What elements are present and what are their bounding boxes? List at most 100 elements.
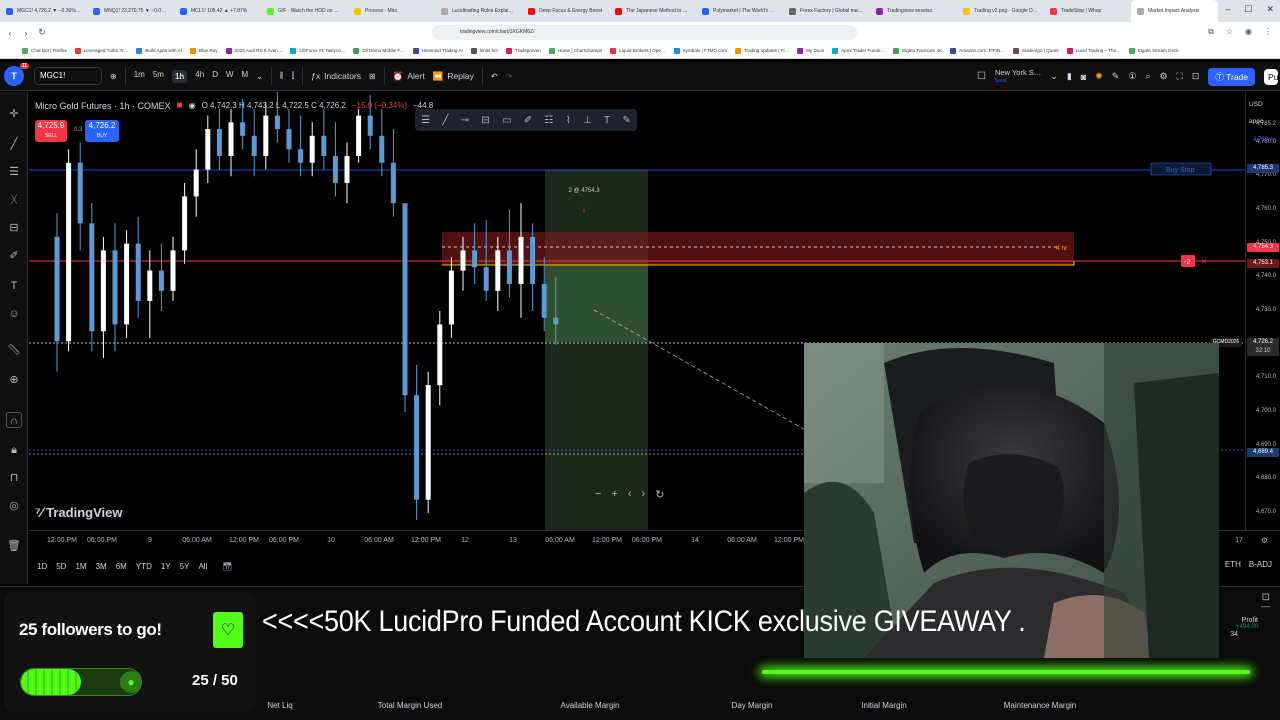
fib-icon[interactable]: ☷ [545, 115, 554, 126]
lock-drawings-icon[interactable]: 🔒︎ [6, 442, 22, 458]
fullscreen-icon[interactable]: ⛶ [1177, 71, 1183, 82]
interval-5m[interactable]: 5m [153, 70, 164, 83]
lock-icon[interactable]: ⊓ [6, 470, 22, 486]
extensions-icon[interactable]: ⧉ [1208, 27, 1214, 37]
browser-tab[interactable]: G/F · Watch the HOD on Kick [261, 0, 348, 22]
pattern-icon[interactable]: ᚷ [6, 192, 22, 208]
undo-icon[interactable]: ↶ [491, 72, 498, 81]
bookmark-item[interactable]: Lucid Trading – The… [1066, 47, 1121, 54]
browser-tab[interactable]: The Japanese Method to Effort [609, 0, 696, 22]
trend-line-icon[interactable]: ╱ [442, 115, 448, 126]
price-axis[interactable]: USD apoc 4,785.2 4,780.0 4,770.0 4,760.0 4,7… [1210, 92, 1280, 530]
pen-icon[interactable]: ✎ [622, 115, 630, 126]
bookmark-item[interactable]: Build Apps with AI [136, 47, 182, 54]
browser-tab[interactable]: MNQ1! 23,270.75 ▼ −0.08% [87, 0, 174, 22]
bookmark-item[interactable]: Blue Ray [189, 47, 218, 54]
brush-icon[interactable]: ✐ [6, 248, 22, 264]
camera-icon[interactable]: ◙ [1081, 72, 1086, 82]
range-5D[interactable]: 5D [56, 562, 66, 571]
layout-checkbox-icon[interactable]: ☐ [977, 71, 986, 82]
fib-icon[interactable]: ☰ [6, 164, 22, 180]
interval-1m[interactable]: 1m [134, 70, 145, 83]
bookmark-star-icon[interactable]: ☆ [1226, 27, 1233, 37]
text-icon[interactable]: T [604, 115, 610, 126]
zoom-out-icon[interactable]: − [595, 488, 601, 501]
menu-dots-icon[interactable]: ⋮ [1264, 27, 1272, 37]
bookmark-item[interactable]: Leveraged Turbo Tr… [74, 47, 128, 54]
pencil-icon[interactable]: ✎ [1112, 71, 1120, 82]
goto-date-icon[interactable]: 📅︎ [222, 562, 232, 571]
bookmark-item[interactable]: My Duos [797, 47, 824, 54]
bookmark-item[interactable]: Amazon.com: FIFIN… [950, 47, 1005, 54]
browser-tab[interactable]: Tradingview session [870, 0, 957, 22]
tv-logo-icon[interactable]: T 11 [4, 63, 29, 86]
eye-icon[interactable]: ◉ [189, 101, 196, 110]
interval-M[interactable]: M [242, 70, 249, 83]
templates-grid-icon[interactable]: ⊞ [369, 72, 376, 81]
bookmark-item[interactable]: Symbols | FTMO.com [673, 47, 727, 54]
search-icon[interactable]: ⌕ [1145, 71, 1150, 82]
panel-minimize-icon[interactable]: — [1261, 601, 1270, 611]
sun-icon[interactable]: ✺ [1095, 71, 1103, 82]
browser-tab[interactable]: Process · Miro [348, 0, 435, 22]
replay-button[interactable]: ⏪ Replay [433, 71, 474, 82]
axis-settings-icon[interactable]: ⚙ [1261, 536, 1268, 545]
forward-icon[interactable]: › [20, 28, 32, 38]
range-option-b-adj[interactable]: B-ADJ [1249, 560, 1272, 569]
scroll-left-icon[interactable]: ‹ [628, 488, 632, 501]
range-option-eth[interactable]: ETH [1225, 560, 1241, 569]
zoom-icon[interactable]: ⊕ [6, 372, 22, 388]
bookmark-item[interactable]: Home | ChartChamps [548, 47, 602, 54]
bar-style-icon[interactable]: ⫼ [280, 71, 284, 81]
alert-button[interactable]: ⏰ Alert [393, 71, 425, 82]
rectangle-icon[interactable]: ▭ [502, 115, 511, 126]
redo-icon[interactable]: ↷ [506, 72, 513, 81]
bookmark-item[interactable]: Chat Bot | Firefox [22, 47, 67, 54]
interval-W[interactable]: W [226, 70, 234, 83]
path-icon[interactable]: ⌇ [566, 115, 571, 126]
browser-tab[interactable]: Market Impact Analysis [1131, 0, 1218, 22]
list-icon[interactable]: ☰ [421, 115, 430, 126]
session-selector[interactable]: New York S… Save [995, 68, 1041, 85]
symbol-search[interactable]: MGC1! [34, 67, 102, 85]
browser-tab[interactable]: Lucidtrading Rules Explained [435, 0, 522, 22]
magnet-icon[interactable]: ∩ [6, 412, 22, 428]
range-5Y[interactable]: 5Y [180, 562, 190, 571]
bookmark-item[interactable]: 2026 Audi RS 6 Avan… [225, 47, 282, 54]
forecast-icon[interactable]: ⊟ [6, 220, 22, 236]
browser-tab[interactable]: MGC1! 4,726.2 ▼ −0.36% … [0, 0, 87, 22]
browser-tab[interactable]: Trading v2.png · Google Drive [957, 0, 1044, 22]
settings-badge-icon[interactable]: ① [1128, 71, 1136, 82]
sell-button[interactable]: 4,725.9 SELL [35, 120, 67, 142]
range-YTD[interactable]: YTD [136, 562, 152, 571]
brush-icon[interactable]: ✐ [524, 115, 532, 126]
range-1Y[interactable]: 1Y [161, 562, 171, 571]
chevron-down-icon[interactable]: ⌄ [1050, 71, 1058, 82]
bookmark-item[interactable]: limits hm [470, 47, 498, 54]
maximize-icon[interactable]: ☐ [1244, 4, 1252, 15]
compare-plus-icon[interactable]: ⊕ [110, 72, 117, 81]
interval-1h[interactable]: 1h [171, 69, 188, 83]
bookmark-item[interactable]: USForex #1 Tastyco… [290, 47, 345, 54]
interval-4h[interactable]: 4h [195, 70, 204, 83]
reload-icon[interactable]: ↻ [36, 27, 48, 38]
bookmark-item[interactable]: Trading updates | Fl… [734, 47, 789, 54]
text-icon[interactable]: T [6, 278, 22, 294]
interval-D[interactable]: D [212, 70, 218, 83]
bookmark-item[interactable]: Tradeproven [505, 47, 541, 54]
trade-button[interactable]: Ⓣ Trade [1208, 67, 1255, 86]
browser-tab[interactable]: Deep Focus & Energy Boost [522, 0, 609, 22]
url-bar[interactable]: tradingview.com/chart/3XGKM6Z/ [432, 25, 857, 40]
candle-style-icon[interactable]: ⫿ [292, 71, 295, 81]
publish-button[interactable]: Pu [1264, 68, 1278, 85]
horizontal-ray-icon[interactable]: ⊸ [461, 115, 469, 126]
range-1D[interactable]: 1D [37, 562, 47, 571]
back-icon[interactable]: ‹ [4, 28, 16, 38]
profile-icon[interactable]: ◉ [1245, 27, 1252, 37]
axis-currency[interactable]: USD [1249, 101, 1263, 108]
gear-icon[interactable]: ⚙ [1159, 71, 1167, 82]
range-6M[interactable]: 6M [116, 562, 127, 571]
crosshair-icon[interactable]: ✛ [6, 106, 22, 122]
bookmark-item[interactable]: Apex Trader Funde… [832, 47, 885, 54]
scroll-right-icon[interactable]: › [642, 488, 646, 501]
